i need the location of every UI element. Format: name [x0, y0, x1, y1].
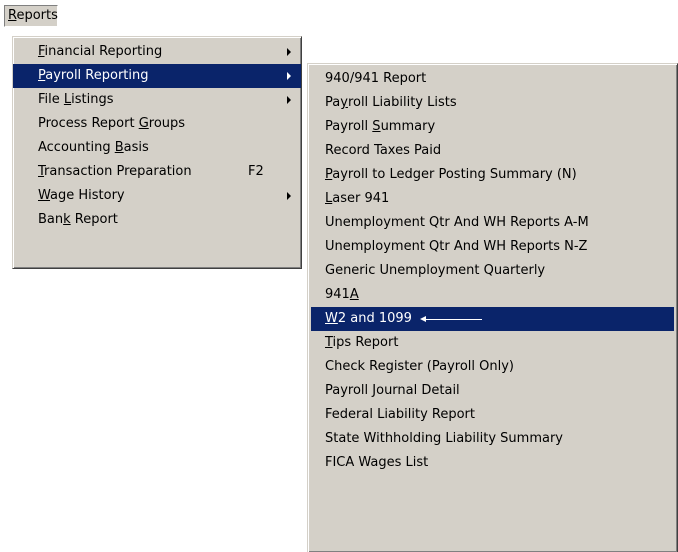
- menu-item-federal-liability-report[interactable]: Federal Liability Report: [311, 403, 674, 427]
- menu-item-label: Payroll Summary: [325, 119, 436, 134]
- menu-item-label: Federal Liability Report: [325, 407, 475, 422]
- menu-item-check-register[interactable]: Check Register (Payroll Only): [311, 355, 674, 379]
- menu-item-label: Generic Unemployment Quarterly: [325, 263, 546, 278]
- menu-item-label: Transaction Preparation: [38, 164, 192, 179]
- menu-item-payroll-liability-lists[interactable]: Payroll Liability Lists: [311, 91, 674, 115]
- menu-item-label: Unemployment Qtr And WH Reports N-Z: [325, 239, 588, 254]
- menu-item-label: Bank Report: [38, 212, 118, 227]
- menu-item-label: File Listings: [38, 92, 114, 107]
- menu-item-label: Payroll Journal Detail: [325, 383, 460, 398]
- menu-item-transaction-preparation[interactable]: Transaction Preparation F2: [13, 160, 301, 184]
- submenu-arrow-icon: [287, 72, 291, 80]
- menu-item-label: Payroll Reporting: [38, 68, 149, 83]
- menu-item-process-report-groups[interactable]: Process Report Groups: [13, 112, 301, 136]
- menu-item-label: Accounting Basis: [38, 140, 149, 155]
- menu-item-record-taxes-paid[interactable]: Record Taxes Paid: [311, 139, 674, 163]
- menu-item-payroll-summary[interactable]: Payroll Summary: [311, 115, 674, 139]
- menu-item-state-withholding-liability-summary[interactable]: State Withholding Liability Summary: [311, 427, 674, 451]
- shortcut-key: F2: [248, 164, 264, 179]
- reports-menu: Financial Reporting Payroll Reporting Fi…: [12, 36, 302, 269]
- menu-item-payroll-journal-detail[interactable]: Payroll Journal Detail: [311, 379, 674, 403]
- submenu-arrow-icon: [287, 48, 291, 56]
- menu-item-wage-history[interactable]: Wage History: [13, 184, 301, 208]
- menu-item-w2-and-1099[interactable]: W2 and 1099: [311, 307, 674, 331]
- menu-item-label: Unemployment Qtr And WH Reports A-M: [325, 215, 589, 230]
- menu-item-payroll-to-ledger-posting-summary[interactable]: Payroll to Ledger Posting Summary (N): [311, 163, 674, 187]
- menu-item-unemployment-n-z[interactable]: Unemployment Qtr And WH Reports N-Z: [311, 235, 674, 259]
- menu-item-label: State Withholding Liability Summary: [325, 431, 564, 446]
- menu-item-label: Check Register (Payroll Only): [325, 359, 514, 374]
- payroll-reporting-submenu: 940/941 Report Payroll Liability Lists P…: [307, 63, 678, 552]
- menu-item-payroll-reporting[interactable]: Payroll Reporting: [13, 64, 301, 88]
- menu-item-label: Payroll to Ledger Posting Summary (N): [325, 167, 577, 182]
- menu-item-tips-report[interactable]: Tips Report: [311, 331, 674, 355]
- menu-item-label: W2 and 1099: [325, 311, 412, 326]
- menu-item-label: Payroll Liability Lists: [325, 95, 457, 110]
- submenu-arrow-icon: [287, 96, 291, 104]
- menu-item-label: Wage History: [38, 188, 125, 203]
- submenu-arrow-icon: [287, 192, 291, 200]
- menu-item-940-941-report[interactable]: 940/941 Report: [311, 67, 674, 91]
- menu-item-label: Record Taxes Paid: [325, 143, 442, 158]
- menu-item-label: 940/941 Report: [325, 71, 427, 86]
- menu-item-label: Process Report Groups: [38, 116, 186, 131]
- menubar-reports-label: Reports: [8, 8, 58, 23]
- menubar-reports[interactable]: Reports: [4, 5, 58, 27]
- menu-item-file-listings[interactable]: File Listings: [13, 88, 301, 112]
- menu-item-unemployment-a-m[interactable]: Unemployment Qtr And WH Reports A-M: [311, 211, 674, 235]
- menu-item-label: Tips Report: [325, 335, 399, 350]
- menu-item-fica-wages-list[interactable]: FICA Wages List: [311, 451, 674, 475]
- left-arrow-icon: [419, 307, 482, 331]
- menu-item-generic-unemployment-quarterly[interactable]: Generic Unemployment Quarterly: [311, 259, 674, 283]
- menu-item-accounting-basis[interactable]: Accounting Basis: [13, 136, 301, 160]
- menu-item-label: Financial Reporting: [38, 44, 163, 59]
- menu-item-bank-report[interactable]: Bank Report: [13, 208, 301, 232]
- menu-item-label: 941A: [325, 287, 359, 302]
- menu-item-laser-941[interactable]: Laser 941: [311, 187, 674, 211]
- menu-item-financial-reporting[interactable]: Financial Reporting: [13, 40, 301, 64]
- menu-item-label: Laser 941: [325, 191, 390, 206]
- menu-item-941a[interactable]: 941A: [311, 283, 674, 307]
- menu-item-label: FICA Wages List: [325, 455, 429, 470]
